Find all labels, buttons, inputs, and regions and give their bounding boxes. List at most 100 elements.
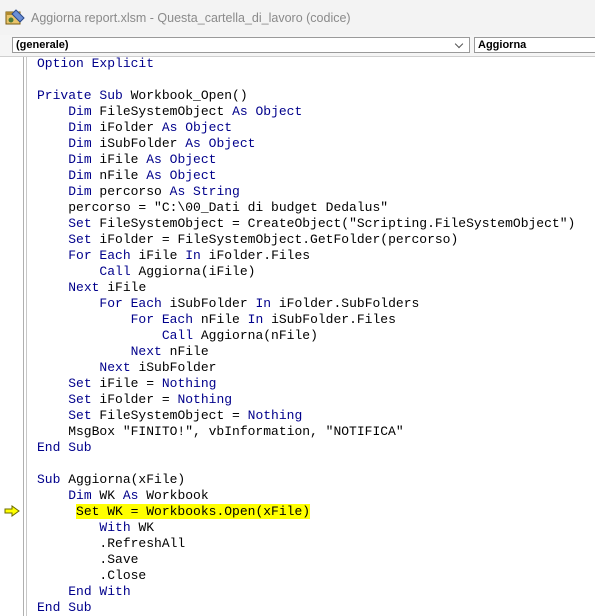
code-text: Aggiorna(iFile) — [130, 264, 256, 279]
execution-point-arrow-icon — [4, 505, 20, 517]
code-line[interactable]: Dim iSubFolder As Object — [37, 136, 595, 152]
code-line[interactable]: MsgBox "FINITO!", vbInformation, "NOTIFI… — [37, 424, 595, 440]
code-text: iFolder = — [91, 392, 178, 407]
code-line[interactable]: Set FileSystemObject = Nothing — [37, 408, 595, 424]
margin-indicator-bar[interactable] — [0, 57, 24, 616]
code-line[interactable] — [37, 456, 595, 472]
code-line[interactable]: End Sub — [37, 600, 595, 616]
code-keyword: As Object — [146, 152, 217, 167]
code-line[interactable]: Dim iFolder As Object — [37, 120, 595, 136]
code-keyword: Call — [161, 328, 194, 343]
code-keyword: End Sub — [37, 440, 92, 455]
code-line[interactable] — [37, 72, 595, 88]
code-line[interactable]: Set FileSystemObject = CreateObject("Scr… — [37, 216, 595, 232]
code-text: iFolder.SubFolders — [271, 296, 420, 311]
code-keyword: Dim — [68, 488, 92, 503]
code-line[interactable]: Dim iFile As Object — [37, 152, 595, 168]
code-keyword: Next — [130, 344, 162, 359]
code-keyword: For Each — [130, 312, 194, 327]
code-line[interactable]: Dim FileSystemObject As Object — [37, 104, 595, 120]
title-bar: Aggiorna report.xlsm - Questa_cartella_d… — [0, 0, 595, 36]
code-keyword: As Object — [161, 120, 233, 135]
code-keyword: End Sub — [37, 600, 92, 615]
vba-module-icon — [5, 8, 25, 24]
code-line[interactable]: Private Sub Workbook_Open() — [37, 88, 595, 104]
code-line[interactable]: Sub Aggiorna(xFile) — [37, 472, 595, 488]
code-keyword: Dim — [68, 184, 92, 199]
code-text: iSubFolder — [161, 296, 256, 311]
code-keyword: Nothing — [161, 376, 217, 391]
code-text: iFolder.Files — [200, 248, 311, 263]
code-keyword: Set — [68, 376, 92, 391]
code-keyword: Dim — [68, 168, 92, 183]
code-line[interactable]: percorso = "C:\00_Dati di budget Dedalus… — [37, 200, 595, 216]
code-text: FileSystemObject = — [91, 408, 248, 423]
code-keyword: Private Sub — [37, 88, 123, 103]
code-text: iFile — [99, 280, 147, 295]
object-dropdown[interactable]: (generale) — [12, 37, 470, 53]
code-keyword: Set — [68, 216, 92, 231]
code-line[interactable]: Dim percorso As String — [37, 184, 595, 200]
code-text: Aggiorna(nFile) — [193, 328, 318, 343]
code-line[interactable]: Dim nFile As Object — [37, 168, 595, 184]
code-keyword: As — [122, 488, 139, 503]
code-text: WK — [130, 520, 155, 535]
procedure-dropdown-value: Aggiorna — [478, 39, 527, 51]
code-keyword: In — [247, 312, 264, 327]
code-line[interactable]: For Each iSubFolder In iFolder.SubFolder… — [37, 296, 595, 312]
code-keyword: Dim — [68, 104, 92, 119]
code-line[interactable]: Set iFolder = FileSystemObject.GetFolder… — [37, 232, 595, 248]
code-keyword: As Object — [146, 168, 217, 183]
code-line[interactable]: Set iFile = Nothing — [37, 376, 595, 392]
code-line[interactable]: For Each iFile In iFolder.Files — [37, 248, 595, 264]
code-line[interactable]: With WK — [37, 520, 595, 536]
code-line[interactable]: Dim WK As Workbook — [37, 488, 595, 504]
code-text: iFile — [130, 248, 186, 263]
code-text: WK — [91, 488, 123, 503]
code-line[interactable]: Set WK = Workbooks.Open(xFile) — [37, 504, 595, 520]
gutter-divider — [26, 57, 27, 616]
chevron-down-icon[interactable] — [454, 39, 464, 49]
code-text: Workbook_Open() — [122, 88, 248, 103]
code-keyword: As Object — [232, 104, 303, 119]
code-line[interactable]: For Each nFile In iSubFolder.Files — [37, 312, 595, 328]
code-text: FileSystemObject — [91, 104, 233, 119]
procedure-dropdown[interactable]: Aggiorna — [474, 37, 595, 53]
code-line[interactable]: .Close — [37, 568, 595, 584]
code-text: Aggiorna(xFile) — [60, 472, 186, 487]
window-title: Aggiorna report.xlsm - Questa_cartella_d… — [31, 10, 351, 25]
code-line[interactable]: Call Aggiorna(nFile) — [37, 328, 595, 344]
code-keyword: As String — [169, 184, 240, 199]
code-line[interactable]: Next iFile — [37, 280, 595, 296]
code-text: iSubFolder — [130, 360, 217, 375]
code-text: .RefreshAll — [37, 536, 186, 551]
code-line[interactable]: Call Aggiorna(iFile) — [37, 264, 595, 280]
code-keyword: With — [99, 520, 131, 535]
code-keyword: Nothing — [247, 408, 303, 423]
code-text: percorso = "C:\00_Dati di budget Dedalus… — [37, 200, 389, 215]
code-line[interactable]: End With — [37, 584, 595, 600]
code-line[interactable]: Next nFile — [37, 344, 595, 360]
code-line[interactable]: .Save — [37, 552, 595, 568]
code-line[interactable]: Option Explicit — [37, 56, 595, 72]
code-line[interactable]: .RefreshAll — [37, 536, 595, 552]
code-line[interactable]: End Sub — [37, 440, 595, 456]
code-editor[interactable]: Option Explicit Private Sub Workbook_Ope… — [37, 56, 595, 616]
code-line[interactable]: Next iSubFolder — [37, 360, 595, 376]
code-line[interactable]: Set iFolder = Nothing — [37, 392, 595, 408]
